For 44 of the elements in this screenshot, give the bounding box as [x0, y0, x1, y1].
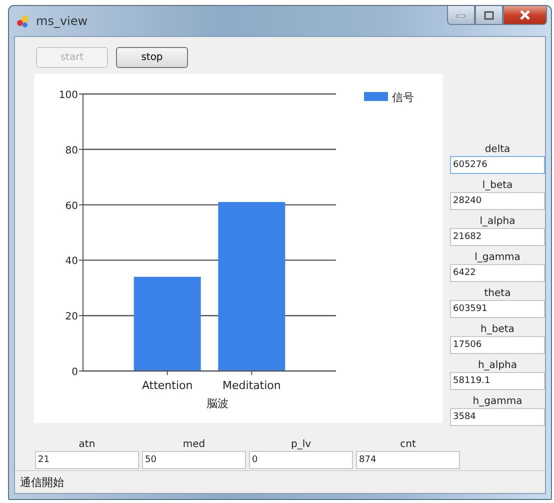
window-title: ms_view [36, 14, 88, 28]
field-label: delta [484, 143, 512, 156]
y-tick-label: 80 [65, 145, 78, 156]
y-tick-label: 60 [65, 200, 78, 212]
legend-label: 信号 [392, 91, 414, 104]
minimize-button[interactable] [447, 6, 475, 25]
minimize-icon [456, 12, 466, 18]
value-field[interactable]: 3584 [450, 408, 545, 426]
field-label: l_gamma [474, 251, 522, 264]
value-field[interactable]: 21 [35, 451, 139, 469]
field-label: atn [78, 438, 96, 451]
maximize-button[interactable] [475, 6, 503, 25]
close-button[interactable] [503, 6, 547, 25]
x-category-label: Attention [142, 379, 193, 392]
value-field[interactable]: 58119.1 [450, 372, 545, 390]
field-label: cnt [399, 438, 417, 451]
close-icon [519, 10, 531, 20]
value-field[interactable]: 21682 [450, 228, 545, 246]
y-tick-label: 40 [65, 256, 78, 268]
field-label: l_alpha [478, 215, 516, 228]
field-label: h_beta [480, 323, 516, 336]
value-field[interactable]: 50 [142, 451, 246, 469]
value-field[interactable]: 603591 [450, 300, 545, 318]
field-label: med [182, 438, 206, 451]
y-tick-label: 0 [72, 367, 78, 378]
status-text: 通信開始 [20, 474, 64, 490]
value-field[interactable]: 17506 [450, 336, 545, 354]
value-field[interactable]: 6422 [450, 264, 545, 282]
y-tick-label: 20 [65, 312, 78, 323]
x-category-label: Meditation [222, 379, 281, 392]
value-field[interactable]: 28240 [450, 192, 545, 210]
app-icon [16, 14, 30, 28]
value-field[interactable]: 0 [249, 451, 353, 469]
y-tick-label: 100 [58, 90, 78, 101]
field-label: l_beta [481, 179, 514, 192]
stop-button[interactable]: stop [116, 47, 188, 68]
value-field[interactable]: 605276 [450, 156, 545, 174]
value-field[interactable]: 874 [356, 451, 460, 469]
x-axis-title: 脳波 [206, 397, 228, 410]
field-label: h_gamma [472, 395, 524, 408]
field-label: theta [483, 287, 512, 300]
field-label: p_lv [290, 438, 312, 451]
field-label: h_alpha [476, 359, 518, 372]
maximize-icon [484, 10, 494, 20]
